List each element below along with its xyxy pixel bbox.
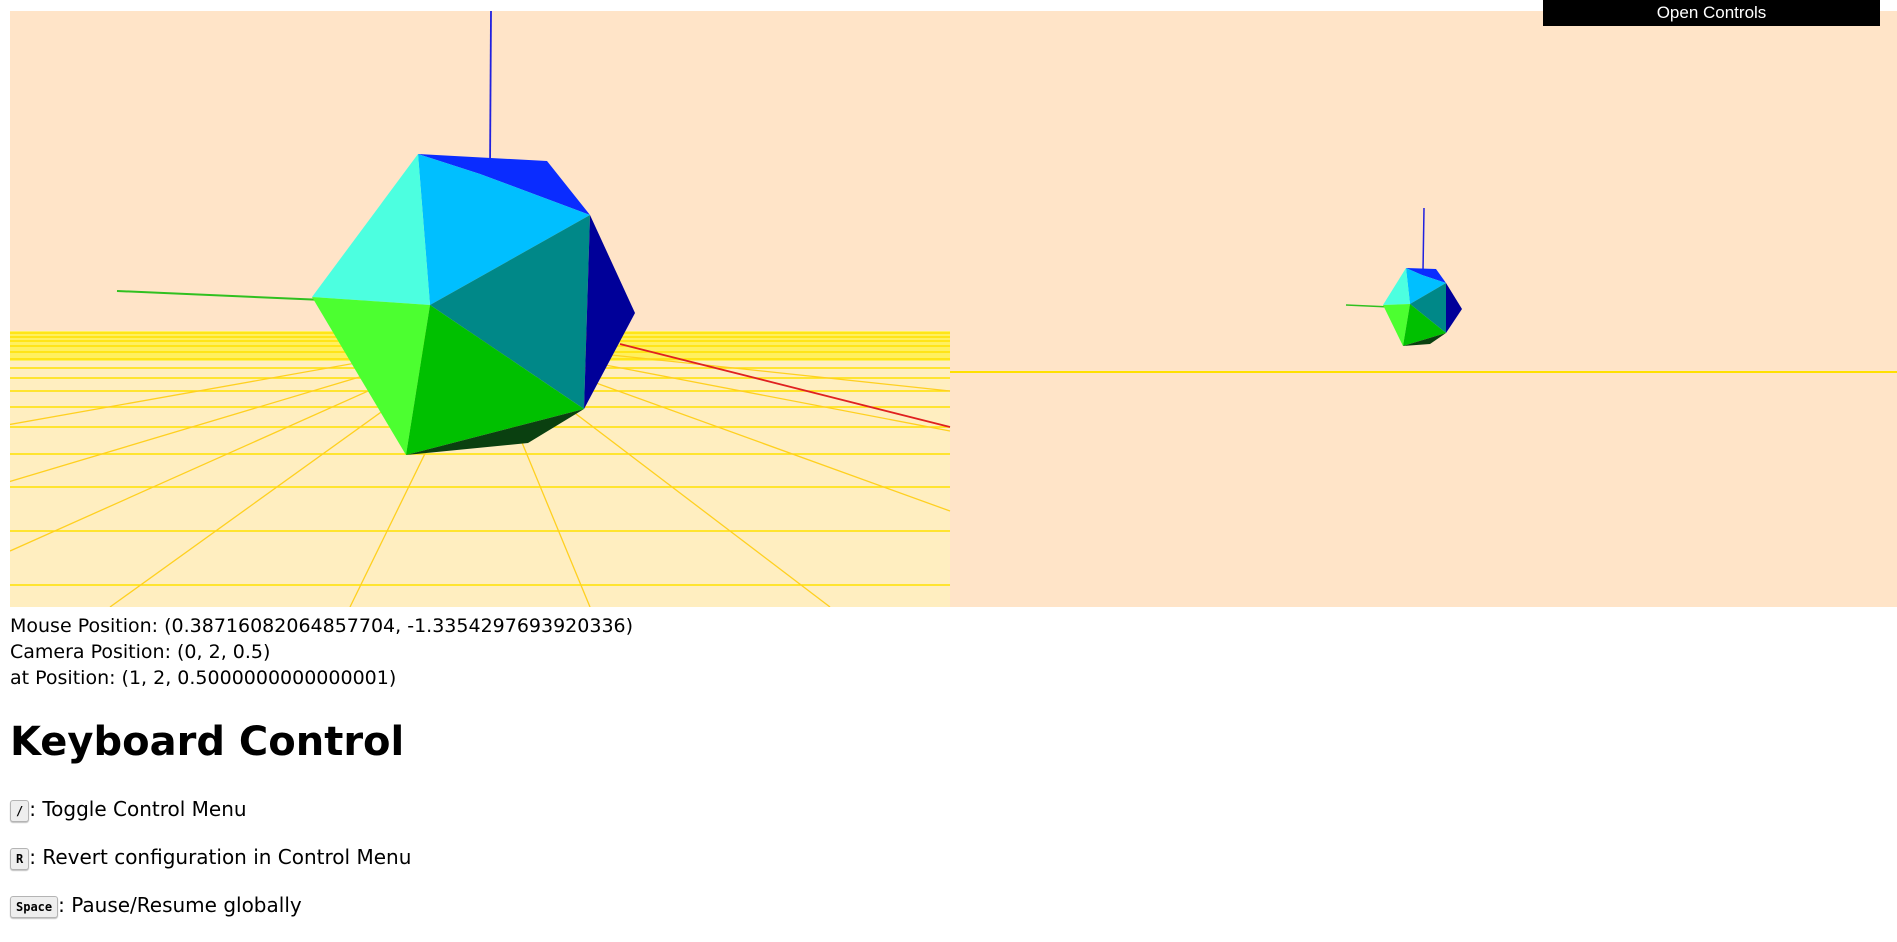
scene-svg bbox=[10, 11, 1897, 607]
open-controls-button[interactable]: Open Controls bbox=[1543, 0, 1880, 26]
keyboard-item-revert: R: Revert configuration in Control Menu bbox=[10, 843, 411, 871]
at-position: at Position: (1, 2, 0.5000000000000001) bbox=[10, 667, 397, 689]
keyboard-control-heading: Keyboard Control bbox=[10, 719, 405, 765]
key-r: R bbox=[10, 847, 30, 870]
camera-position: Camera Position: (0, 2, 0.5) bbox=[10, 641, 271, 663]
mouse-position: Mouse Position: (0.38716082064857704, -1… bbox=[10, 615, 634, 637]
icosahedron-small bbox=[1383, 268, 1462, 346]
keyboard-item-pause: Space: Pause/Resume globally bbox=[10, 891, 302, 919]
z-axis-line-small bbox=[1422, 207, 1425, 272]
z-axis-line bbox=[489, 11, 492, 172]
position-readouts: Mouse Position: (0.38716082064857704, -1… bbox=[10, 613, 633, 691]
key-space: Space bbox=[10, 895, 59, 918]
keyboard-item-desc: : Pause/Resume globally bbox=[58, 893, 302, 917]
key-slash: / bbox=[10, 799, 30, 822]
webgl-canvas[interactable] bbox=[10, 11, 1897, 607]
keyboard-item-desc: : Revert configuration in Control Menu bbox=[29, 845, 412, 869]
keyboard-item-toggle: /: Toggle Control Menu bbox=[10, 795, 247, 823]
keyboard-item-desc: : Toggle Control Menu bbox=[29, 797, 247, 821]
